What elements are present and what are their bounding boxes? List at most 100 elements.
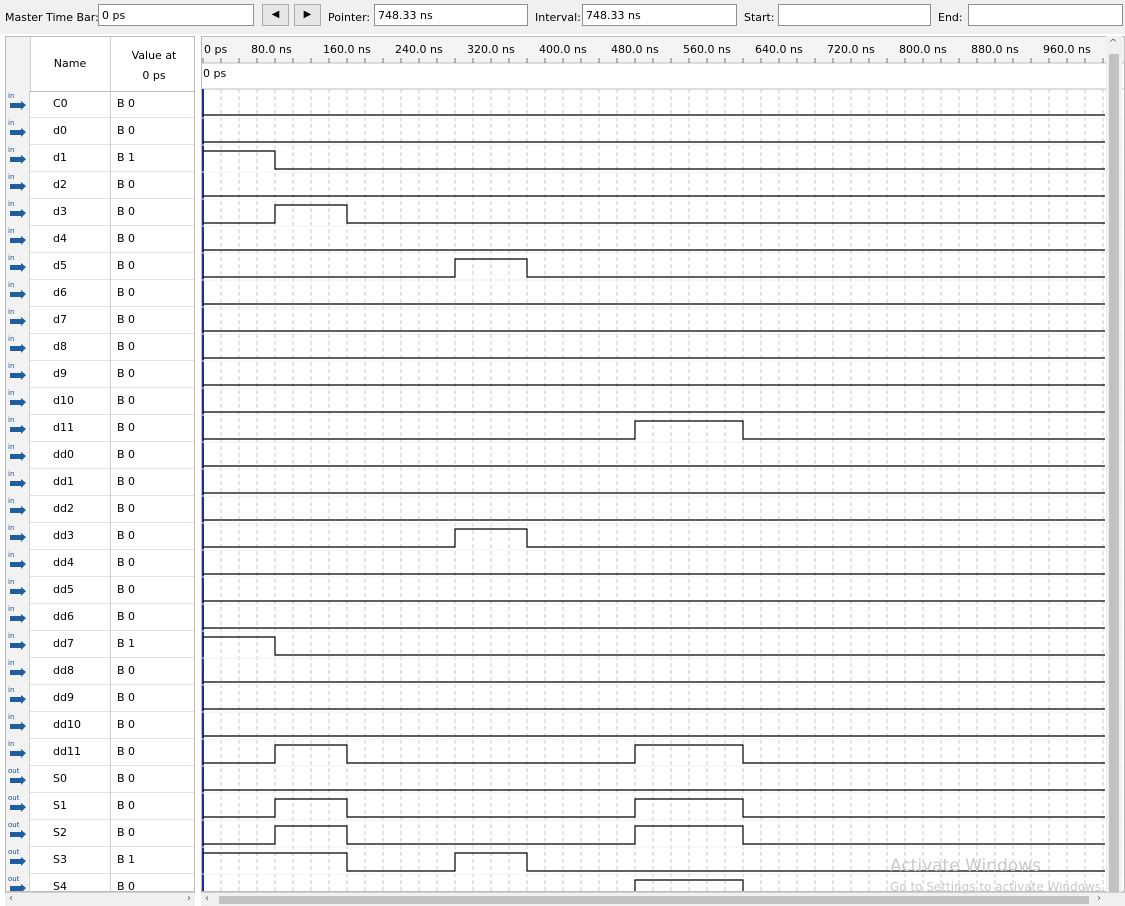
pin-type-text: out — [8, 848, 20, 856]
signal-name[interactable]: d2 — [53, 178, 67, 191]
signal-name[interactable]: d0 — [53, 124, 67, 137]
signal-row[interactable]: in dd3 B 0 — [6, 523, 194, 550]
tick-label: 160.0 ns — [323, 43, 371, 56]
master-time-bar-field[interactable] — [98, 4, 254, 26]
interval-field[interactable] — [582, 4, 737, 26]
signal-name[interactable]: dd4 — [53, 556, 74, 569]
end-field[interactable] — [968, 4, 1123, 26]
signal-name[interactable]: d5 — [53, 259, 67, 272]
value-column-header[interactable]: Value at 0 ps — [110, 37, 194, 91]
signal-row[interactable]: in dd10 B 0 — [6, 712, 194, 739]
input-pin-icon: in — [6, 253, 30, 280]
signal-name[interactable]: d8 — [53, 340, 67, 353]
signal-row[interactable]: in dd6 B 0 — [6, 604, 194, 631]
signal-name[interactable]: dd5 — [53, 583, 74, 596]
scroll-left-icon[interactable]: ‹ — [205, 893, 209, 904]
waveform-vertical-scrollbar[interactable]: ^ — [1106, 36, 1122, 900]
signal-row[interactable]: out S3 B 1 — [6, 847, 194, 874]
signal-name[interactable]: dd3 — [53, 529, 74, 542]
signal-name[interactable]: S0 — [53, 772, 67, 785]
scroll-right-icon[interactable]: › — [187, 893, 191, 904]
signal-row[interactable]: out S2 B 0 — [6, 820, 194, 847]
waveform-canvas[interactable]: 0 ps 80.0 ns 160.0 ns 240.0 ns 320.0 ns 400.0… — [202, 37, 1125, 892]
signal-row[interactable]: in C0 B 0 — [6, 91, 194, 118]
input-pin-icon: in — [6, 658, 30, 685]
signal-name[interactable]: dd1 — [53, 475, 74, 488]
signal-name[interactable]: dd7 — [53, 637, 74, 650]
signal-row[interactable]: in d11 B 0 — [6, 415, 194, 442]
waveform-S1 — [203, 798, 1105, 818]
signal-name[interactable]: d3 — [53, 205, 67, 218]
signal-row[interactable]: in d5 B 0 — [6, 253, 194, 280]
scroll-left-icon[interactable]: ‹ — [9, 893, 13, 904]
horizontal-scroll-thumb[interactable] — [219, 896, 1089, 904]
signal-name[interactable]: S4 — [53, 880, 67, 891]
signal-row[interactable]: in d3 B 0 — [6, 199, 194, 226]
pin-type-text: in — [8, 524, 15, 532]
waveform-panel[interactable]: 0 ps 80.0 ns 160.0 ns 240.0 ns 320.0 ns 400.0… — [201, 36, 1125, 892]
signal-row[interactable]: in dd5 B 0 — [6, 577, 194, 604]
tick-label: 320.0 ns — [467, 43, 515, 56]
signal-name[interactable]: dd6 — [53, 610, 74, 623]
signal-value: B 1 — [110, 145, 194, 172]
tick-label: 240.0 ns — [395, 43, 443, 56]
pin-type-text: in — [8, 200, 15, 208]
signal-row[interactable]: out S4 B 0 — [6, 874, 194, 891]
signal-name[interactable]: dd2 — [53, 502, 74, 515]
signal-name[interactable]: dd9 — [53, 691, 74, 704]
signal-row[interactable]: in dd7 B 1 — [6, 631, 194, 658]
scroll-up-icon[interactable]: ^ — [1109, 38, 1117, 49]
signal-row[interactable]: in d1 B 1 — [6, 145, 194, 172]
signal-row[interactable]: in d4 B 0 — [6, 226, 194, 253]
waveform-horizontal-scrollbar[interactable]: ‹ › — [201, 892, 1125, 906]
signal-row[interactable]: in d0 B 0 — [6, 118, 194, 145]
signal-row[interactable]: in d10 B 0 — [6, 388, 194, 415]
input-pin-icon: in — [6, 91, 30, 118]
input-pin-icon: in — [6, 469, 30, 496]
signal-row[interactable]: in dd1 B 0 — [6, 469, 194, 496]
next-transition-button[interactable]: ▶ — [294, 4, 321, 26]
signal-name[interactable]: dd8 — [53, 664, 74, 677]
signal-row[interactable]: in d9 B 0 — [6, 361, 194, 388]
signal-row[interactable]: in d6 B 0 — [6, 280, 194, 307]
signal-row[interactable]: out S1 B 0 — [6, 793, 194, 820]
output-pin-icon: out — [6, 793, 30, 820]
signal-row[interactable]: in d7 B 0 — [6, 307, 194, 334]
signal-row[interactable]: in dd8 B 0 — [6, 658, 194, 685]
signal-row[interactable]: in dd2 B 0 — [6, 496, 194, 523]
pointer-field[interactable] — [374, 4, 528, 26]
signal-value: B 1 — [110, 631, 194, 658]
signal-row[interactable]: out S0 B 0 — [6, 766, 194, 793]
signal-name[interactable]: d11 — [53, 421, 74, 434]
signal-name[interactable]: d4 — [53, 232, 67, 245]
signal-name[interactable]: d1 — [53, 151, 67, 164]
signal-row[interactable]: in d8 B 0 — [6, 334, 194, 361]
waveform-dd3 — [203, 528, 1105, 548]
previous-transition-button[interactable]: ◀ — [262, 4, 289, 26]
signal-name[interactable]: S2 — [53, 826, 67, 839]
signal-name[interactable]: d7 — [53, 313, 67, 326]
start-field[interactable] — [778, 4, 931, 26]
signal-value: B 0 — [110, 874, 194, 891]
signal-name[interactable]: d6 — [53, 286, 67, 299]
signal-name[interactable]: d10 — [53, 394, 74, 407]
signal-name[interactable]: d9 — [53, 367, 67, 380]
signal-row[interactable]: in d2 B 0 — [6, 172, 194, 199]
signal-name[interactable]: C0 — [53, 97, 68, 110]
signal-row[interactable]: in dd11 B 0 — [6, 739, 194, 766]
signal-name[interactable]: dd11 — [53, 745, 81, 758]
signal-list-scrollbar[interactable]: ‹ › — [5, 892, 195, 906]
signal-row[interactable]: in dd0 B 0 — [6, 442, 194, 469]
pin-type-text: out — [8, 821, 20, 829]
signal-row[interactable]: in dd4 B 0 — [6, 550, 194, 577]
waveform-dd7 — [203, 636, 1105, 656]
scroll-right-icon[interactable]: › — [1097, 893, 1101, 904]
vertical-scroll-thumb[interactable] — [1109, 54, 1119, 900]
waveform-S2 — [203, 825, 1105, 845]
name-column-header[interactable]: Name — [31, 57, 109, 70]
signal-name[interactable]: S1 — [53, 799, 67, 812]
signal-row[interactable]: in dd9 B 0 — [6, 685, 194, 712]
signal-name[interactable]: dd0 — [53, 448, 74, 461]
signal-name[interactable]: dd10 — [53, 718, 81, 731]
signal-name[interactable]: S3 — [53, 853, 67, 866]
